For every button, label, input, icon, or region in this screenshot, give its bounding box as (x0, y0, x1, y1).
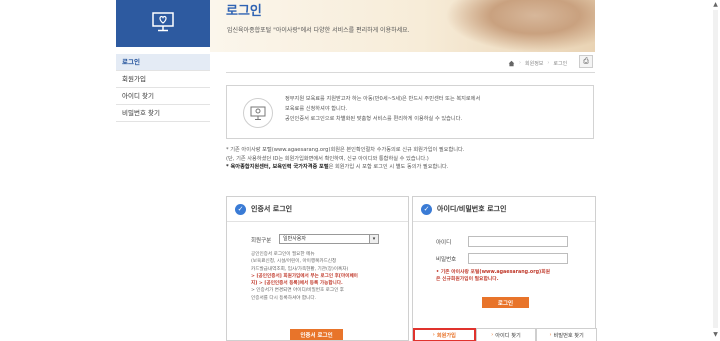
notice-strong: * 육아종합지원센터, 보육인력 국가자격증 포털 (226, 164, 329, 170)
cert-login-header: ✓ 인증서 로그인 (227, 197, 408, 222)
login-button-label: 로그인 (497, 300, 514, 307)
sidebar-item-find-id[interactable]: 아이디 찾기 (116, 88, 210, 105)
cert-note: > 인증서가 변경되면 아이디/비밀번호 로그인 후 (251, 288, 344, 294)
password-label: 비밀번호 (436, 257, 457, 263)
info-box: 정부지원 보육료를 지원받고자 하는 아동(만0세~5세)은 반드시 주민센터 … (226, 85, 594, 139)
breadcrumb-item-member[interactable]: 회원정보 (525, 60, 543, 67)
join-button[interactable]: › 회원가입 (413, 328, 476, 341)
scroll-up-arrow[interactable]: ▲ (711, 0, 720, 9)
cert-login-button-label: 인증서 로그인 (300, 332, 333, 339)
login-button[interactable]: 로그인 (482, 297, 529, 308)
id-label: 아이디 (436, 240, 452, 246)
info-line: 공인인증서 로그인으로 차별화된 맞춤형 서비스를 편리하게 이용하실 수 있습… (285, 116, 463, 122)
notice-rest: 은 회원가입 시 포함 로그인 시 별도 동의가 필요합니다. (328, 164, 449, 170)
member-type-select[interactable]: 일반사용자 ▾ (279, 234, 379, 244)
site-logo[interactable] (116, 0, 210, 47)
arrow-icon: › (491, 332, 494, 338)
cert-login-button[interactable]: 인증서 로그인 (290, 329, 343, 340)
info-line: 정부지원 보육료를 지원받고자 하는 아동(만0세~5세)은 반드시 주민센터 … (285, 96, 481, 102)
arrow-icon: › (432, 332, 435, 338)
cert-note: 공인인증서 로그인이 필요한 메뉴 (251, 252, 315, 257)
find-password-button[interactable]: › 비밀번호 찾기 (536, 328, 598, 341)
sidebar-item-login[interactable]: 로그인 (116, 54, 210, 71)
cert-login-title: 인증서 로그인 (251, 205, 293, 213)
account-links: › 회원가입 › 아이디 찾기 › 비밀번호 찾기 (413, 328, 598, 341)
scroll-down-arrow[interactable]: ▼ (711, 330, 720, 339)
notice-line: * 육아종합지원센터, 보육인력 국가자격증 포털은 회원가입 시 포함 로그인… (226, 163, 601, 172)
password-row: 비밀번호 (436, 255, 456, 263)
sidebar-item-join[interactable]: 회원가입 (116, 71, 210, 88)
divider (226, 72, 595, 73)
join-label: 회원가입 (436, 332, 456, 339)
page-title: 로그인 (226, 4, 262, 19)
id-login-header: ✓ 아이디/비밀번호 로그인 (413, 197, 595, 222)
cert-login-panel: ✓ 인증서 로그인 회원구분 일반사용자 ▾ 공인인증서 로그인이 필요한 메뉴… (226, 196, 409, 341)
id-login-notes: • 기존 아이사랑 포털(www.agaesarang.org)회원 은 신규회… (436, 269, 596, 284)
sidebar-item-find-password[interactable]: 비밀번호 찾기 (116, 105, 210, 122)
chevron-down-icon[interactable]: ▾ (369, 235, 378, 243)
breadcrumb-item-login[interactable]: 로그인 (553, 60, 567, 67)
id-row: 아이디 (436, 238, 451, 246)
monitor-heart-icon (152, 12, 174, 32)
scrollbar-track[interactable] (713, 10, 718, 328)
find-id-label: 아이디 찾기 (495, 332, 521, 339)
home-icon[interactable] (508, 60, 515, 67)
notice-text: * 기존 아이사랑 포털(www.agaesarang.org)회원은 본인확인… (226, 146, 601, 172)
find-id-button[interactable]: › 아이디 찾기 (475, 328, 537, 341)
breadcrumb-separator: › (547, 60, 550, 66)
id-login-note: • 기존 아이사랑 포털(www.agaesarang.org)회원 (436, 270, 551, 275)
info-line: 보육료를 신청하셔야 합니다. (285, 106, 348, 112)
password-input[interactable] (468, 253, 568, 264)
member-type-row: 회원구분 (251, 236, 271, 244)
check-icon: ✓ (421, 203, 432, 215)
info-text: 정부지원 보육료를 지원받고자 하는 아동(만0세~5세)은 반드시 주민센터 … (285, 94, 585, 124)
page-banner: 로그인 임신육아종합포털 "아이사랑"에서 다양한 서비스를 편리하게 이용하세… (210, 0, 595, 52)
cert-note: (보육료신청, 시설/어린이, 아이행복카드신청 (251, 259, 337, 265)
check-icon: ✓ (235, 203, 246, 215)
cert-note: > [공인인증서] 회원가입에서 부는 로그인 후[마이페이 (251, 273, 358, 279)
cert-notes: 공인인증서 로그인이 필요한 메뉴 (보육료신청, 시설/어린이, 아이행복카드… (251, 251, 401, 302)
notice-line: (단, 기존 사용하셨던 ID는 회원가입화면에서 확인하여, 신규 아이디와 … (226, 155, 429, 162)
notice-line: * 기존 아이사랑 포털(www.agaesarang.org)회원은 본인확인… (226, 147, 465, 153)
arrow-icon: › (549, 332, 552, 338)
lightbulb-monitor-icon (243, 98, 273, 128)
id-login-title: 아이디/비밀번호 로그인 (437, 205, 507, 213)
id-login-note: 은 신규회원가입이 필요합니다. (436, 277, 499, 283)
id-input[interactable] (468, 236, 568, 247)
printer-icon: ⎙ (583, 57, 589, 65)
page-subtitle: 임신육아종합포털 "아이사랑"에서 다양한 서비스를 편리하게 이용하세요. (227, 27, 410, 34)
find-password-label: 비밀번호 찾기 (553, 332, 584, 339)
member-type-label: 회원구분 (251, 238, 272, 244)
cert-note: 카드발급내역조회, 입사/가족현황, 기관(장)이혹자) (251, 266, 349, 272)
id-login-panel: ✓ 아이디/비밀번호 로그인 아이디 비밀번호 • 기존 아이사랑 포털(www… (412, 196, 598, 341)
breadcrumb: › 회원정보 › 로그인 (508, 56, 567, 70)
banner-photo (445, 0, 595, 52)
cert-note: 지] > [공인인증서 등록]에서 등록 가능합니다. (251, 281, 343, 287)
print-button[interactable]: ⎙ (579, 55, 593, 68)
member-type-value: 일반사용자 (283, 236, 307, 242)
sidebar: 로그인 회원가입 아이디 찾기 비밀번호 찾기 (116, 54, 210, 122)
cert-note: 인증서를 다시 등록하셔야 합니다. (251, 295, 317, 301)
breadcrumb-separator: › (519, 60, 521, 66)
